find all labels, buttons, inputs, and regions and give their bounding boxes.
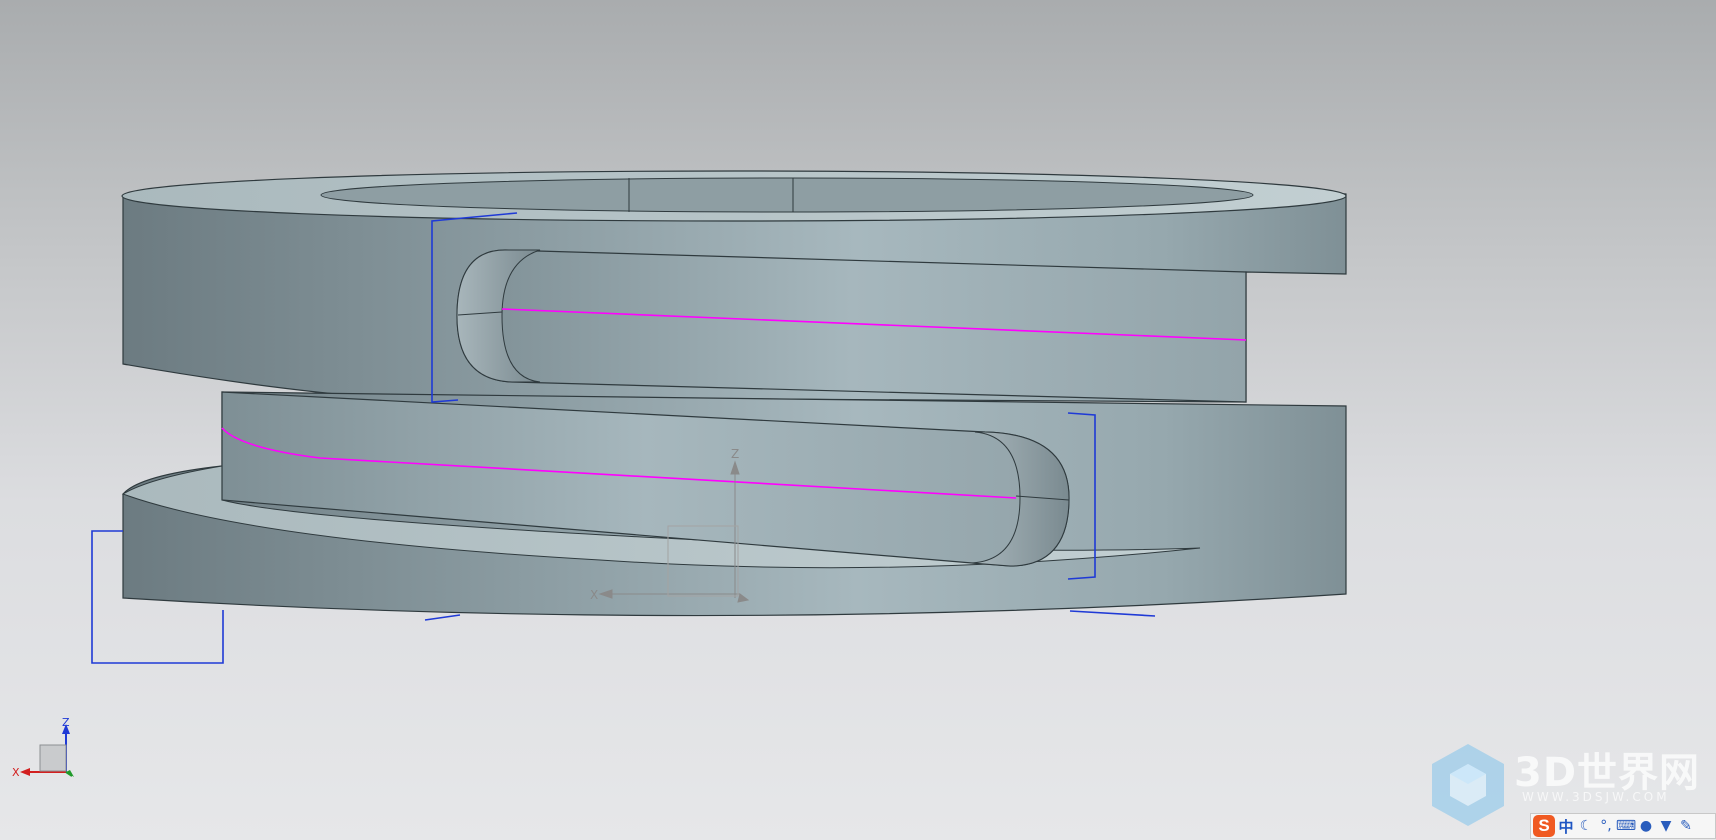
skin-shirt-icon[interactable]: ▼ xyxy=(1657,816,1675,836)
triad-z-label: Z xyxy=(62,716,70,729)
top-ring[interactable] xyxy=(121,170,1347,403)
ime-mode-toggle[interactable]: 中 xyxy=(1557,816,1575,836)
wrench-icon[interactable]: ✎ xyxy=(1677,816,1695,836)
sogou-logo-icon[interactable]: S xyxy=(1533,815,1555,837)
triad-x-label: X xyxy=(12,766,20,779)
user-icon[interactable]: ● xyxy=(1637,816,1655,836)
watermark: 3D世界网 WWW.3DSJW.COM xyxy=(1430,742,1710,826)
cube-logo-icon xyxy=(1432,744,1504,826)
view-triad[interactable] xyxy=(20,724,74,777)
moon-icon[interactable]: ☾ xyxy=(1577,816,1595,836)
csys-x-label: X xyxy=(590,588,598,602)
graphics-viewport[interactable]: X Z Z X 3D世界网 WWW.3DSJW.COM S 中 ☾ °, ⌨ ● xyxy=(0,0,1716,840)
punctuation-icon[interactable]: °, xyxy=(1597,816,1615,836)
watermark-url: WWW.3DSJW.COM xyxy=(1522,790,1670,804)
ime-toolbar[interactable]: S 中 ☾ °, ⌨ ● ▼ ✎ xyxy=(1530,813,1716,839)
csys-z-label: Z xyxy=(731,447,739,461)
model-view[interactable]: X Z Z X xyxy=(0,0,1716,840)
keyboard-icon[interactable]: ⌨ xyxy=(1616,816,1636,836)
